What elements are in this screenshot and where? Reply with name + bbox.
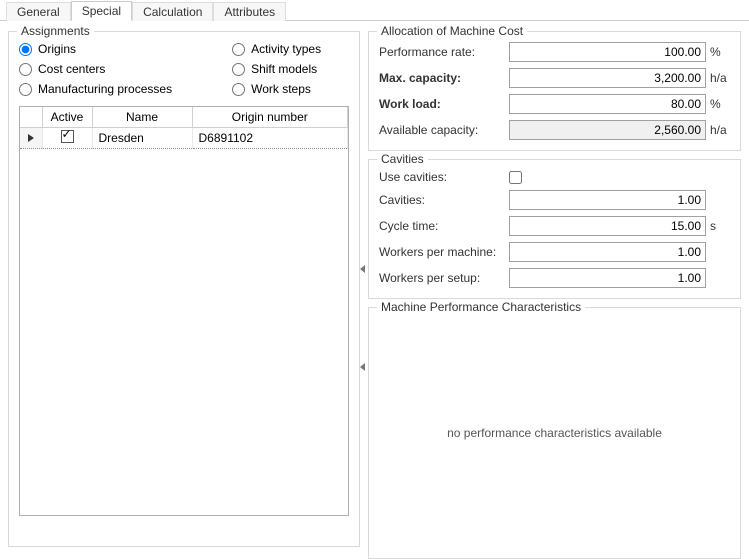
assignments-title: Assignments xyxy=(17,24,94,38)
col-active[interactable]: Active xyxy=(42,107,92,128)
max-capacity-unit: h/a xyxy=(706,71,730,85)
chevron-left-icon xyxy=(360,265,365,273)
radio-manufacturing-processes-label: Manufacturing processes xyxy=(38,82,172,96)
radio-work-steps-input[interactable] xyxy=(232,83,245,96)
splitter-handle[interactable] xyxy=(359,355,365,379)
mpc-title: Machine Performance Characteristics xyxy=(377,300,585,314)
row-indicator xyxy=(20,128,42,149)
performance-rate-input[interactable] xyxy=(509,42,706,62)
workers-per-machine-input[interactable] xyxy=(509,242,706,262)
row-indicator-icon xyxy=(28,134,34,142)
use-cavities-label: Use cavities: xyxy=(379,170,509,184)
cavities-group: Cavities Use cavities: Cavities: Cycle t… xyxy=(368,159,741,299)
radio-work-steps-label: Work steps xyxy=(251,82,311,96)
table-row[interactable]: Dresden D6891102 xyxy=(20,128,348,149)
splitter-handle[interactable] xyxy=(359,257,365,281)
available-capacity-unit: h/a xyxy=(706,123,730,137)
col-origin-number[interactable]: Origin number xyxy=(192,107,348,128)
chevron-left-icon xyxy=(360,363,365,371)
tab-bar: General Special Calculation Attributes xyxy=(0,0,749,21)
cycle-time-input[interactable] xyxy=(509,216,706,236)
cavities-input[interactable] xyxy=(509,190,706,210)
assignments-table[interactable]: Active Name Origin number Dresden D68911… xyxy=(19,106,349,516)
allocation-title: Allocation of Machine Cost xyxy=(377,24,527,38)
cell-active[interactable] xyxy=(42,128,92,149)
use-cavities-checkbox[interactable] xyxy=(509,171,522,184)
workers-per-setup-input[interactable] xyxy=(509,268,706,288)
tab-attributes[interactable]: Attributes xyxy=(213,2,286,21)
work-load-label: Work load: xyxy=(379,97,509,111)
row-header-col xyxy=(20,107,42,128)
radio-manufacturing-processes-input[interactable] xyxy=(19,83,32,96)
col-name[interactable]: Name xyxy=(92,107,192,128)
performance-rate-unit: % xyxy=(706,45,730,59)
cell-name[interactable]: Dresden xyxy=(92,128,192,149)
radio-activity-types-input[interactable] xyxy=(232,43,245,56)
work-load-unit: % xyxy=(706,97,730,111)
assignments-group: Assignments Origins Cost centers xyxy=(8,31,360,547)
workers-per-machine-label: Workers per machine: xyxy=(379,245,509,259)
max-capacity-label: Max. capacity: xyxy=(379,71,509,85)
radio-origins[interactable]: Origins xyxy=(19,42,172,56)
work-load-input[interactable] xyxy=(509,94,706,114)
cavities-title: Cavities xyxy=(377,152,428,166)
radio-cost-centers-input[interactable] xyxy=(19,63,32,76)
radio-origins-input[interactable] xyxy=(19,43,32,56)
radio-cost-centers-label: Cost centers xyxy=(38,62,105,76)
radio-origins-label: Origins xyxy=(38,42,76,56)
available-capacity-input xyxy=(509,120,706,140)
max-capacity-input[interactable] xyxy=(509,68,706,88)
radio-activity-types[interactable]: Activity types xyxy=(232,42,321,56)
mpc-group: Machine Performance Characteristics no p… xyxy=(368,307,741,559)
radio-manufacturing-processes[interactable]: Manufacturing processes xyxy=(19,82,172,96)
radio-shift-models-label: Shift models xyxy=(251,62,317,76)
checkbox-icon[interactable] xyxy=(61,130,74,143)
cell-origin-number[interactable]: D6891102 xyxy=(192,128,348,149)
radio-activity-types-label: Activity types xyxy=(251,42,321,56)
radio-work-steps[interactable]: Work steps xyxy=(232,82,321,96)
allocation-group: Allocation of Machine Cost Performance r… xyxy=(368,31,741,151)
cavities-label: Cavities: xyxy=(379,193,509,207)
tab-calculation[interactable]: Calculation xyxy=(132,2,213,21)
tab-special[interactable]: Special xyxy=(71,1,132,21)
tab-general[interactable]: General xyxy=(6,2,71,21)
radio-cost-centers[interactable]: Cost centers xyxy=(19,62,172,76)
radio-shift-models-input[interactable] xyxy=(232,63,245,76)
performance-rate-label: Performance rate: xyxy=(379,45,509,59)
mpc-empty-message: no performance characteristics available xyxy=(447,426,662,440)
cycle-time-unit: s xyxy=(706,219,730,233)
workers-per-setup-label: Workers per setup: xyxy=(379,271,509,285)
cycle-time-label: Cycle time: xyxy=(379,219,509,233)
radio-shift-models[interactable]: Shift models xyxy=(232,62,321,76)
available-capacity-label: Available capacity: xyxy=(379,123,509,137)
